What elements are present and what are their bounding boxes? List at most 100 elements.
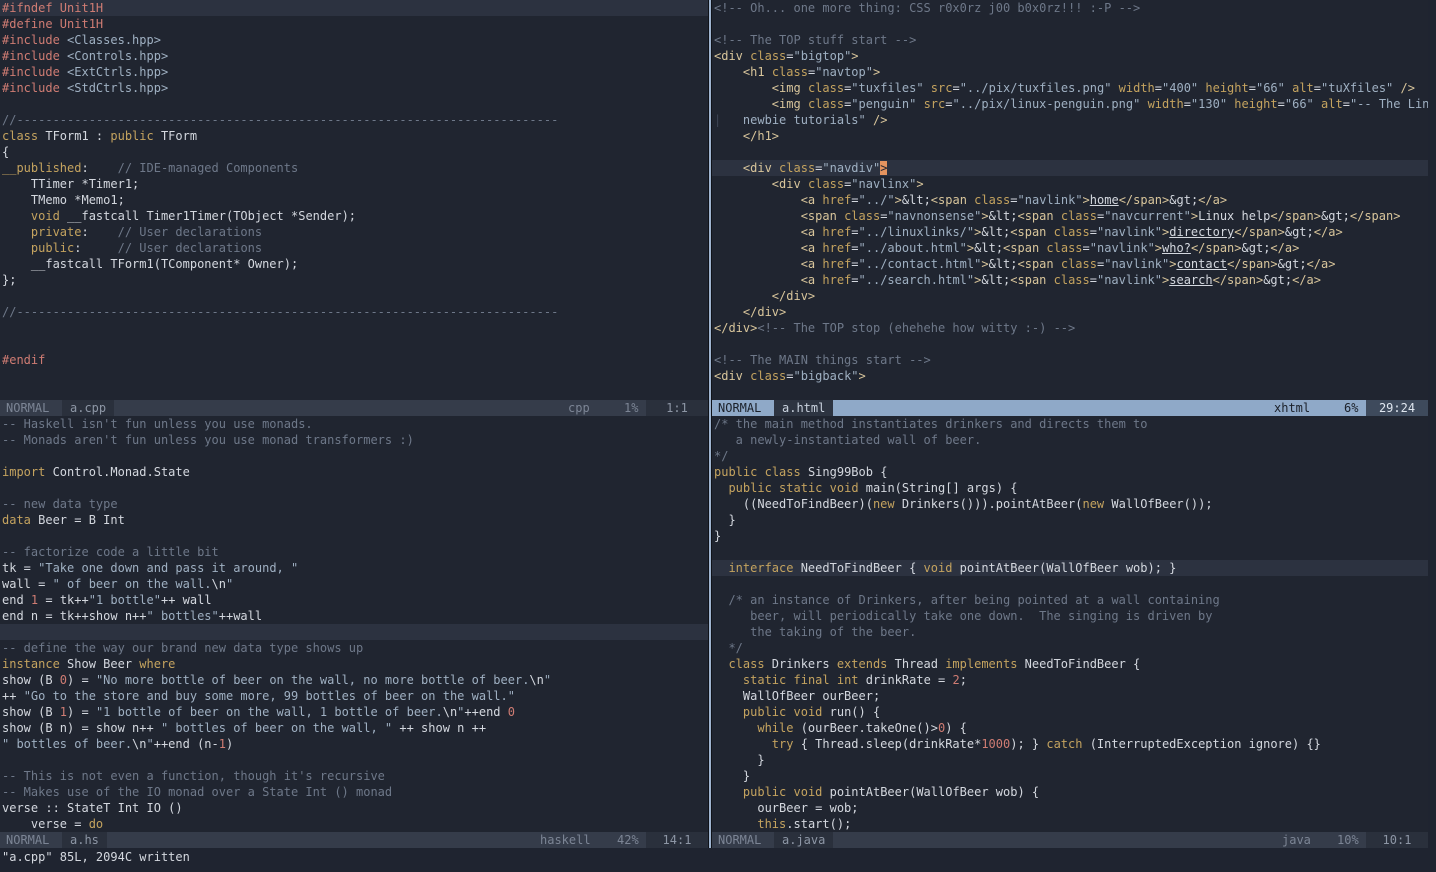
code-line[interactable]: public void pointAtBeer(WallOfBeer wob) … (712, 784, 1428, 800)
code-line[interactable]: }; (0, 272, 708, 288)
code-line[interactable]: private: // User declarations (0, 224, 708, 240)
editor-buffer-haskell[interactable]: -- Haskell isn't fun unless you use mona… (0, 416, 708, 832)
code-line[interactable]: <a href="../">&lt;<span class="navlink">… (712, 192, 1428, 208)
code-line[interactable]: show (B 0) = "No more bottle of beer on … (0, 672, 708, 688)
code-line[interactable] (712, 576, 1428, 592)
code-line[interactable]: /* the main method instantiates drinkers… (712, 416, 1428, 432)
code-line[interactable]: verse :: StateT Int IO () (0, 800, 708, 816)
code-line[interactable]: -- Monads aren't fun unless you use mona… (0, 432, 708, 448)
code-line[interactable]: -- new data type (0, 496, 708, 512)
code-line[interactable]: <div class="bigtop"> (712, 48, 1428, 64)
code-line[interactable]: //--------------------------------------… (0, 112, 708, 128)
code-line[interactable]: while (ourBeer.takeOne()>0) { (712, 720, 1428, 736)
editor-buffer-cpp[interactable]: #ifndef Unit1H #define Unit1H #include <Cl… (0, 0, 708, 400)
code-line[interactable] (0, 336, 708, 352)
code-line[interactable]: <!-- Oh... one more thing: CSS r0x0rz j0… (712, 0, 1428, 16)
code-line[interactable] (0, 288, 708, 304)
code-line[interactable]: -- Makes use of the IO monad over a Stat… (0, 784, 708, 800)
code-line[interactable]: } (712, 528, 1428, 544)
code-line[interactable]: " bottles of beer.\n"++end (n-1) (0, 736, 708, 752)
code-line[interactable]: <h1 class="navtop"> (712, 64, 1428, 80)
code-line[interactable]: </div><!-- The TOP stop (ehehehe how wit… (712, 320, 1428, 336)
code-line[interactable]: <a href="../linuxlinks/">&lt;<span class… (712, 224, 1428, 240)
code-line[interactable]: ((NeedToFindBeer)(new Drinkers())).point… (712, 496, 1428, 512)
code-line[interactable]: __fastcall TForm1(TComponent* Owner); (0, 256, 708, 272)
code-line[interactable]: class Drinkers extends Thread implements… (712, 656, 1428, 672)
code-line[interactable]: //--------------------------------------… (0, 304, 708, 320)
code-line[interactable] (712, 336, 1428, 352)
code-line[interactable]: <img class="penguin" src="../pix/linux-p… (712, 96, 1428, 112)
code-line[interactable] (712, 544, 1428, 560)
code-line[interactable]: /* an instance of Drinkers, after being … (712, 592, 1428, 608)
code-line[interactable]: class TForm1 : public TForm (0, 128, 708, 144)
code-line[interactable]: */ (712, 640, 1428, 656)
code-line[interactable]: ourBeer = wob; (712, 800, 1428, 816)
code-line[interactable]: <a href="../about.html">&lt;<span class=… (712, 240, 1428, 256)
code-line[interactable]: __published: // IDE-managed Components (0, 160, 708, 176)
code-line[interactable]: show (B n) = show n++ " bottles of beer … (0, 720, 708, 736)
code-line[interactable] (0, 320, 708, 336)
code-line[interactable]: public void run() { (712, 704, 1428, 720)
code-line[interactable]: <!-- The TOP stuff start --> (712, 32, 1428, 48)
code-line[interactable]: -- factorize code a little bit (0, 544, 708, 560)
code-line[interactable]: } (712, 512, 1428, 528)
pane-cpp[interactable]: #ifndef Unit1H #define Unit1H #include <Cl… (0, 0, 708, 416)
editor-buffer-html[interactable]: <!-- Oh... one more thing: CSS r0x0rz j0… (712, 0, 1428, 400)
code-line[interactable]: tk = "Take one down and pass it around, … (0, 560, 708, 576)
pane-haskell[interactable]: -- Haskell isn't fun unless you use mona… (0, 416, 708, 848)
code-line[interactable]: TTimer *Timer1; (0, 176, 708, 192)
code-line[interactable] (0, 480, 708, 496)
code-line[interactable]: <div class="navlinx"> (712, 176, 1428, 192)
code-line[interactable] (0, 368, 708, 384)
code-line[interactable]: </h1> (712, 128, 1428, 144)
code-line[interactable]: end n = tk++show n++" bottles"++wall (0, 608, 708, 624)
code-line[interactable]: <a href="../contact.html">&lt;<span clas… (712, 256, 1428, 272)
code-line[interactable]: import Control.Monad.State (0, 464, 708, 480)
code-line[interactable]: </div> (712, 304, 1428, 320)
code-line[interactable]: <a href="../search.html">&lt;<span class… (712, 272, 1428, 288)
code-line[interactable]: instance Show Beer where (0, 656, 708, 672)
code-line[interactable] (0, 96, 708, 112)
pane-java[interactable]: /* the main method instantiates drinkers… (712, 416, 1428, 848)
code-line[interactable]: beer, will periodically take one down. T… (712, 608, 1428, 624)
code-line[interactable]: <div class="navdiv"> (712, 160, 1428, 176)
code-line[interactable]: TMemo *Memo1; (0, 192, 708, 208)
code-line[interactable]: #endif (0, 352, 708, 368)
code-line[interactable] (0, 624, 708, 640)
code-line[interactable]: verse = do (0, 816, 708, 832)
code-line[interactable]: <!-- The MAIN things start --> (712, 352, 1428, 368)
pane-html[interactable]: <!-- Oh... one more thing: CSS r0x0rz j0… (712, 0, 1428, 416)
code-line[interactable] (0, 752, 708, 768)
code-line[interactable]: static final int drinkRate = 2; (712, 672, 1428, 688)
command-line[interactable]: "a.cpp" 85L, 2094C written (2, 849, 190, 865)
code-line[interactable]: <div class="bigback"> (712, 368, 1428, 384)
code-line[interactable] (712, 144, 1428, 160)
code-line[interactable]: interface NeedToFindBeer { void pointAtB… (712, 560, 1428, 576)
code-line[interactable]: | newbie tutorials" /> (712, 112, 1428, 128)
code-line[interactable]: data Beer = B Int (0, 512, 708, 528)
code-line[interactable]: <span class="navnonsense">&lt;<span clas… (712, 208, 1428, 224)
code-line[interactable]: */ (712, 448, 1428, 464)
code-line[interactable]: #define Unit1H (0, 16, 708, 32)
code-line[interactable]: #include <StdCtrls.hpp> (0, 80, 708, 96)
code-line[interactable]: #include <ExtCtrls.hpp> (0, 64, 708, 80)
code-line[interactable] (0, 384, 708, 400)
code-line[interactable]: wall = " of beer on the wall.\n" (0, 576, 708, 592)
code-line[interactable]: a newly-instantiated wall of beer. (712, 432, 1428, 448)
editor-buffer-java[interactable]: /* the main method instantiates drinkers… (712, 416, 1428, 832)
code-line[interactable] (0, 528, 708, 544)
code-line[interactable]: -- This is not even a function, though i… (0, 768, 708, 784)
code-line[interactable]: void __fastcall Timer1Timer(TObject *Sen… (0, 208, 708, 224)
code-line[interactable] (712, 16, 1428, 32)
code-line[interactable]: try { Thread.sleep(drinkRate*1000); } ca… (712, 736, 1428, 752)
code-line[interactable]: -- Haskell isn't fun unless you use mona… (0, 416, 708, 432)
code-line[interactable]: this.start(); (712, 816, 1428, 832)
code-line[interactable]: public class Sing99Bob { (712, 464, 1428, 480)
code-line[interactable]: #include <Classes.hpp> (0, 32, 708, 48)
code-line[interactable]: <img class="tuxfiles" src="../pix/tuxfil… (712, 80, 1428, 96)
code-line[interactable]: </div> (712, 288, 1428, 304)
vertical-split-separator[interactable] (708, 0, 712, 848)
code-line[interactable]: -- define the way our brand new data typ… (0, 640, 708, 656)
code-line[interactable] (0, 448, 708, 464)
code-line[interactable]: the taking of the beer. (712, 624, 1428, 640)
